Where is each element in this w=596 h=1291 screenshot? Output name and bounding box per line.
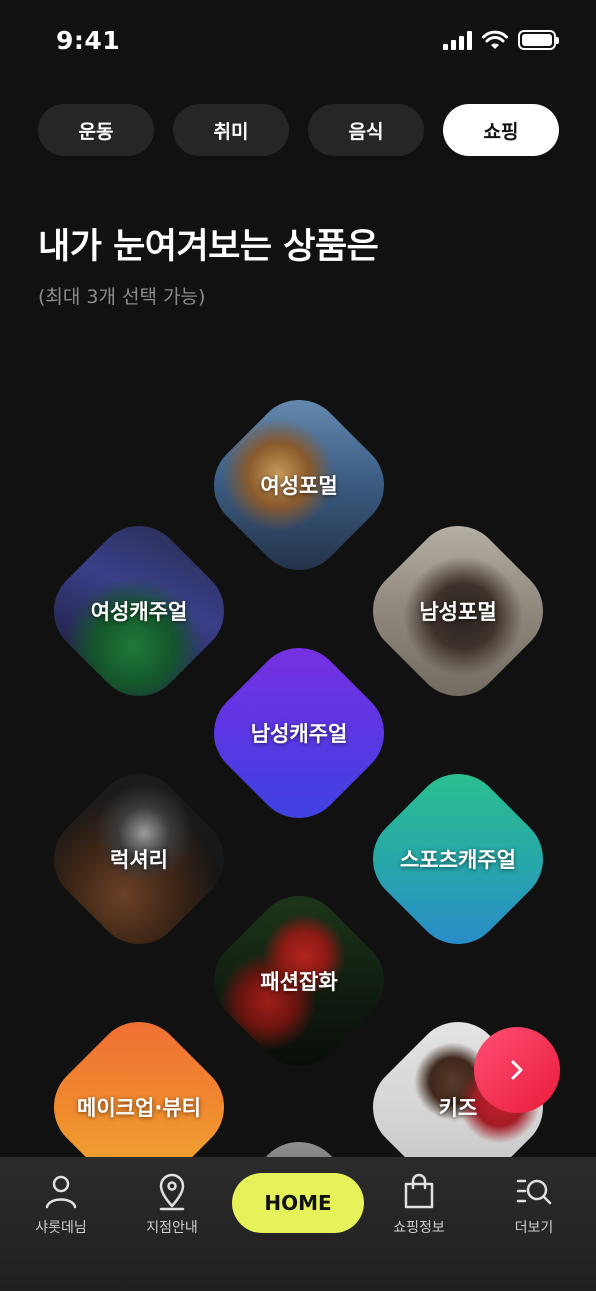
cellular-signal-icon [443, 30, 472, 50]
status-bar: 9:41 [0, 0, 596, 84]
next-button[interactable] [474, 1027, 560, 1113]
battery-icon [518, 30, 559, 50]
person-icon [45, 1175, 77, 1209]
shopping-bag-icon [404, 1173, 434, 1209]
tab-hobby[interactable]: 취미 [173, 104, 289, 156]
nav-my-page[interactable]: 샤롯데님 [6, 1171, 116, 1237]
selection-hint: (최대 3개 선택 가능) [38, 286, 206, 308]
bottom-nav: 샤롯데님 지점안내 HOME 쇼핑정보 더보기 [0, 1157, 596, 1291]
nav-shopping-info[interactable]: 쇼핑정보 [364, 1171, 474, 1237]
home-button[interactable]: HOME [232, 1173, 364, 1233]
category-tabs: 운동 취미 음식 쇼핑 [38, 104, 559, 156]
tab-exercise[interactable]: 운동 [38, 104, 154, 156]
status-time: 9:41 [56, 26, 121, 55]
status-icons [443, 30, 559, 50]
page-title: 내가 눈여겨보는 상품은 [38, 227, 379, 267]
nav-label: 쇼핑정보 [393, 1220, 445, 1236]
nav-more[interactable]: 더보기 [479, 1171, 589, 1237]
nav-store-guide[interactable]: 지점안내 [117, 1171, 227, 1237]
search-menu-icon [516, 1179, 552, 1205]
tab-food[interactable]: 음식 [308, 104, 424, 156]
location-pin-icon [159, 1173, 185, 1211]
chevron-right-icon [511, 1060, 523, 1080]
nav-label: 샤롯데님 [35, 1220, 87, 1236]
nav-label: 지점안내 [146, 1220, 198, 1236]
wifi-icon [482, 30, 508, 49]
tab-shopping[interactable]: 쇼핑 [443, 104, 559, 156]
nav-label: 더보기 [514, 1220, 554, 1236]
